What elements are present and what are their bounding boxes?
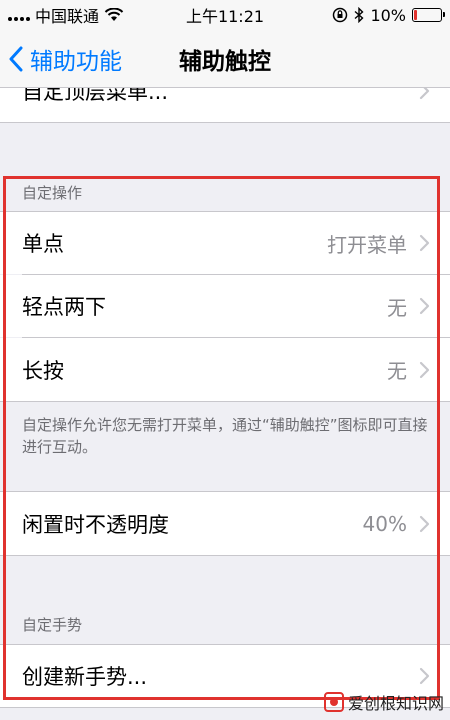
chevron-right-icon bbox=[419, 88, 430, 100]
section-header-custom-actions: 自定操作 bbox=[22, 184, 83, 202]
double-tap-row[interactable]: 轻点两下 无 bbox=[0, 275, 450, 337]
separator bbox=[0, 401, 450, 402]
customize-top-menu-row[interactable]: 自定顶层菜单... bbox=[0, 88, 450, 122]
row-label: 单点 bbox=[22, 232, 64, 256]
chevron-right-icon bbox=[419, 297, 430, 315]
chevron-right-icon bbox=[419, 515, 430, 532]
chevron-left-icon bbox=[9, 46, 23, 71]
orientation-lock-icon bbox=[333, 7, 348, 23]
row-label: 自定顶层菜单... bbox=[22, 88, 169, 104]
single-tap-row[interactable]: 单点 打开菜单 bbox=[0, 212, 450, 274]
section-header-custom-gestures: 自定手势 bbox=[22, 616, 83, 634]
watermark-text: 爱创根知识网 bbox=[347, 694, 444, 713]
wifi-icon bbox=[104, 8, 124, 21]
row-value: 无 bbox=[387, 359, 407, 383]
chevron-right-icon bbox=[419, 234, 430, 252]
status-right: 10% bbox=[332, 5, 445, 25]
battery-percent: 10% bbox=[370, 5, 406, 25]
row-value: 40% bbox=[362, 511, 407, 536]
battery-level bbox=[414, 10, 417, 20]
back-label: 辅助功能 bbox=[30, 48, 122, 75]
custom-actions-footnote: 自定操作允许您无需打开菜单，通过“辅助触控”图标即可直接进行互动。 bbox=[22, 416, 428, 456]
signal-icon bbox=[8, 9, 30, 21]
navigation-bar: 辅助功能 辅助触控 bbox=[0, 30, 450, 88]
watermark-logo-icon bbox=[323, 692, 344, 712]
status-left: 中国联通 bbox=[8, 3, 124, 27]
battery-icon bbox=[412, 8, 445, 22]
separator bbox=[0, 555, 450, 556]
chevron-right-icon bbox=[419, 361, 430, 378]
bluetooth-icon bbox=[354, 7, 364, 23]
idle-opacity-row[interactable]: 闲置时不透明度 40% bbox=[0, 492, 450, 555]
row-label: 闲置时不透明度 bbox=[22, 512, 169, 537]
separator bbox=[0, 122, 450, 123]
row-label: 长按 bbox=[22, 358, 64, 383]
status-bar: 中国联通 上午11:21 10% bbox=[0, 0, 450, 30]
row-value: 打开菜单 bbox=[327, 232, 407, 257]
row-value: 无 bbox=[387, 295, 407, 320]
watermark: 爱创根知识网 bbox=[323, 690, 444, 714]
chevron-right-icon bbox=[419, 667, 430, 685]
row-label: 轻点两下 bbox=[22, 295, 106, 319]
carrier-label: 中国联通 bbox=[35, 7, 100, 26]
long-press-row[interactable]: 长按 无 bbox=[0, 338, 450, 401]
row-label: 创建新手势... bbox=[22, 665, 148, 689]
back-button[interactable]: 辅助功能 bbox=[8, 42, 122, 76]
settings-list[interactable]: 自定顶层菜单... 自定操作 单点 打开菜单 轻点两下 无 长按 无 自定操作允… bbox=[0, 88, 450, 720]
